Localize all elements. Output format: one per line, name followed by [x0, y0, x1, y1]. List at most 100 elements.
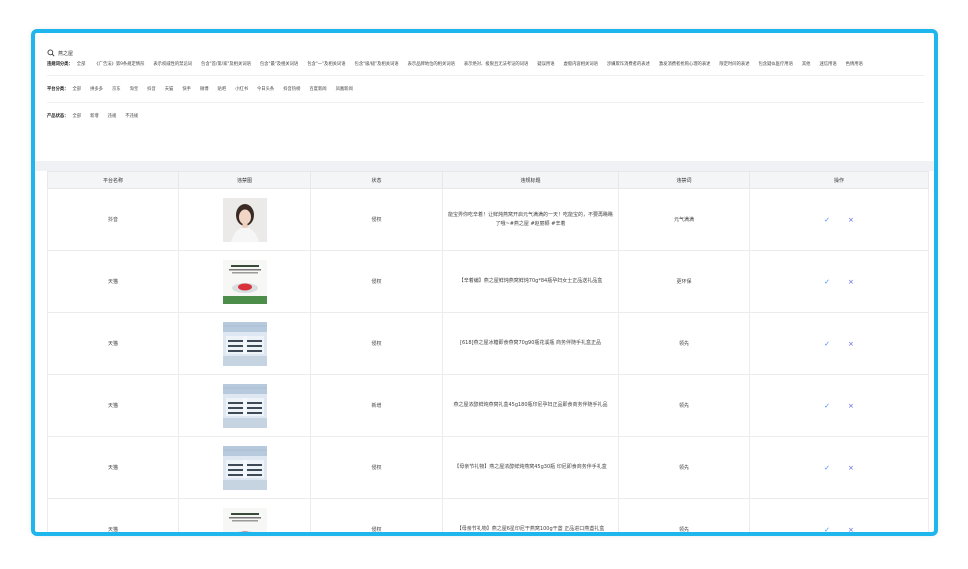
- violation-category-option[interactable]: 包含"首/第/家"及相关词语: [201, 60, 251, 69]
- platform-option[interactable]: 抖音热榜: [283, 85, 300, 94]
- word-cell: 领先: [618, 312, 750, 375]
- violation-category-option[interactable]: 涉嫌欺诈消费者的表述: [607, 60, 650, 69]
- violation-category-label: 违规词分类：: [47, 62, 73, 67]
- platform-cell: 抖音: [47, 188, 179, 251]
- search-icon: [47, 49, 55, 57]
- check-icon[interactable]: ✓: [824, 402, 830, 410]
- violation-category-option[interactable]: 包含疑似医疗用语: [759, 60, 793, 69]
- close-icon[interactable]: ×: [848, 464, 854, 472]
- platform-option[interactable]: 快手: [182, 85, 191, 94]
- word-cell: 领先: [618, 436, 750, 499]
- violation-category-option[interactable]: 《广告法》第9条规定情形: [94, 60, 144, 69]
- check-icon[interactable]: ✓: [824, 464, 830, 472]
- title-cell: 【辛着编】燕之屋鲜炖燕窝鲜炖70g*84瓶孕妇女士正品送礼品盒: [442, 250, 619, 313]
- platform-cell: 天猫: [47, 374, 179, 437]
- platform-option[interactable]: 百度新闻: [309, 85, 326, 94]
- platform-option[interactable]: 淘宝: [130, 85, 139, 94]
- platform-option[interactable]: 小红书: [235, 85, 248, 94]
- violation-category-option[interactable]: 包含"级/极"及相关词语: [355, 60, 399, 69]
- status-label: 产品状态：: [47, 113, 69, 119]
- violation-category-option[interactable]: 虚假内容相关词语: [564, 60, 598, 69]
- violation-category-option[interactable]: 表示绝对、极限且无法考证的词语: [464, 60, 528, 69]
- product-thumbnail[interactable]: [183, 507, 306, 532]
- platform-option[interactable]: 微博: [200, 85, 209, 94]
- close-icon[interactable]: ×: [848, 278, 854, 286]
- image-cell[interactable]: [178, 498, 311, 532]
- col-header-word: 违禁词: [618, 171, 750, 189]
- violation-category-option[interactable]: 表示权威性的禁忌词: [153, 60, 192, 69]
- platform-option[interactable]: 全部: [72, 85, 81, 94]
- status-option[interactable]: 全部: [72, 112, 81, 121]
- product-thumbnail[interactable]: [183, 383, 306, 428]
- col-header-platform: 平台名称: [47, 171, 179, 189]
- search-bar[interactable]: 燕之屋: [47, 46, 922, 60]
- image-cell[interactable]: [178, 250, 311, 313]
- check-icon[interactable]: ✓: [824, 340, 830, 348]
- platform-option[interactable]: 贴吧: [218, 85, 227, 94]
- table-row: 天猫 新增 燕之屋浓醇鲜炖燕窝礼盒45g180瓶印尼孕妇正品即食商务伴随手礼品 领先 ✓…: [47, 374, 929, 437]
- search-input[interactable]: 燕之屋: [58, 50, 73, 57]
- section-gap: [35, 161, 934, 171]
- title-cell: 【母亲节礼物】燕之屋浓醇鲜炖燕窝45g30瓶 印尼即食商务伴手礼盒: [442, 436, 619, 499]
- violation-category-option[interactable]: 包含"最"及相关词语: [260, 60, 298, 69]
- word-cell: 领先: [618, 374, 750, 437]
- table-row: 抖音 侵权 能宝畀你吃辛着！让鲜炖燕窝开启元气满满的一天！吃能宝的，不要再瞧瞧了哦~…: [47, 188, 929, 251]
- status-cell: 侵权: [310, 188, 443, 251]
- close-icon[interactable]: ×: [848, 402, 854, 410]
- violation-category-option[interactable]: 其他: [802, 60, 811, 69]
- status-option[interactable]: 违规: [108, 112, 117, 121]
- status-cell: 侵权: [310, 436, 443, 499]
- app-window: 燕之屋 违规词分类： 全部 《广告法》第9条规定情形 表示权威性的禁忌词 包含"首/第…: [31, 29, 938, 536]
- check-icon[interactable]: ✓: [824, 526, 830, 533]
- platform-option[interactable]: 抖音: [147, 85, 156, 94]
- status-cell: 侵权: [310, 498, 443, 532]
- status-filter: 产品状态： 全部 新增 违规 不违规: [47, 109, 922, 123]
- image-cell[interactable]: [178, 436, 311, 499]
- check-icon[interactable]: ✓: [824, 278, 830, 286]
- actions-cell: ✓ ×: [749, 250, 929, 313]
- platform-option[interactable]: 天猫: [165, 85, 174, 94]
- product-thumbnail[interactable]: [183, 321, 306, 366]
- platform-cell: 天猫: [47, 250, 179, 313]
- table-row: 天猫 侵权 【母亲节礼物】燕之屋6星印尼干燕窝100g干盏 正品进口燕盏礼盒 领先 ✓ ×: [47, 498, 929, 533]
- platform-option[interactable]: 京东: [112, 85, 121, 94]
- image-cell[interactable]: [178, 312, 311, 375]
- actions-cell: ✓ ×: [749, 312, 929, 375]
- word-cell: 元气满满: [618, 188, 750, 251]
- image-cell[interactable]: [178, 188, 311, 251]
- platform-option[interactable]: 拼多多: [90, 85, 103, 94]
- platform-cell: 天猫: [47, 498, 179, 532]
- divider: [47, 75, 924, 76]
- violation-category-option[interactable]: 包含"一"及相关词语: [307, 60, 345, 69]
- status-cell: 新增: [310, 374, 443, 437]
- violation-category-option[interactable]: 限定时间的表述: [719, 60, 749, 69]
- product-thumbnail[interactable]: [183, 197, 306, 242]
- violation-category-option[interactable]: 迷信用语: [819, 60, 836, 69]
- violation-category-option[interactable]: 色情用语: [846, 60, 863, 69]
- status-option[interactable]: 不违规: [125, 112, 138, 121]
- word-cell: 更环保: [618, 250, 750, 313]
- col-header-title: 违规标题: [442, 171, 619, 189]
- col-header-actions: 操作: [749, 171, 929, 189]
- violation-category-option[interactable]: 激发消费者抢购心理的表述: [659, 60, 711, 69]
- status-option[interactable]: 新增: [90, 112, 99, 121]
- col-header-status: 状态: [310, 171, 443, 189]
- word-cell: 领先: [618, 498, 750, 532]
- close-icon[interactable]: ×: [848, 526, 854, 533]
- platform-filter: 平台分类： 全部 拼多多 京东 淘宝 抖音 天猫 快手 微博 贴吧 小红书 今日头条 抖音热榜 百度新闻…: [47, 82, 922, 96]
- close-icon[interactable]: ×: [848, 216, 854, 224]
- violation-category-option[interactable]: 疑误用语: [537, 60, 554, 69]
- table-row: 天猫 侵权 【母亲节礼物】燕之屋浓醇鲜炖燕窝45g30瓶 印尼即食商务伴手礼盒 领先 ✓…: [47, 436, 929, 499]
- violation-category-option[interactable]: 全部: [77, 60, 86, 69]
- close-icon[interactable]: ×: [848, 340, 854, 348]
- platform-option[interactable]: 凤凰新闻: [336, 85, 353, 94]
- product-thumbnail[interactable]: [183, 259, 306, 304]
- platform-option[interactable]: 今日头条: [257, 85, 274, 94]
- product-thumbnail[interactable]: [183, 445, 306, 490]
- violation-category-option[interactable]: 表示品牌地位的相关词语: [408, 60, 455, 69]
- actions-cell: ✓ ×: [749, 498, 929, 533]
- check-icon[interactable]: ✓: [824, 216, 830, 224]
- image-cell[interactable]: [178, 374, 311, 437]
- results-table-container: 平台名称 违禁图 状态 违规标题 违禁词 操作 抖音 侵权 能宝畀你吃辛着！让鲜炖燕…: [35, 171, 934, 533]
- title-cell: [618]燕之屋冰糖即食燕窝70g90瓶花溪瓶 商务伴随手礼盒正品: [442, 312, 619, 375]
